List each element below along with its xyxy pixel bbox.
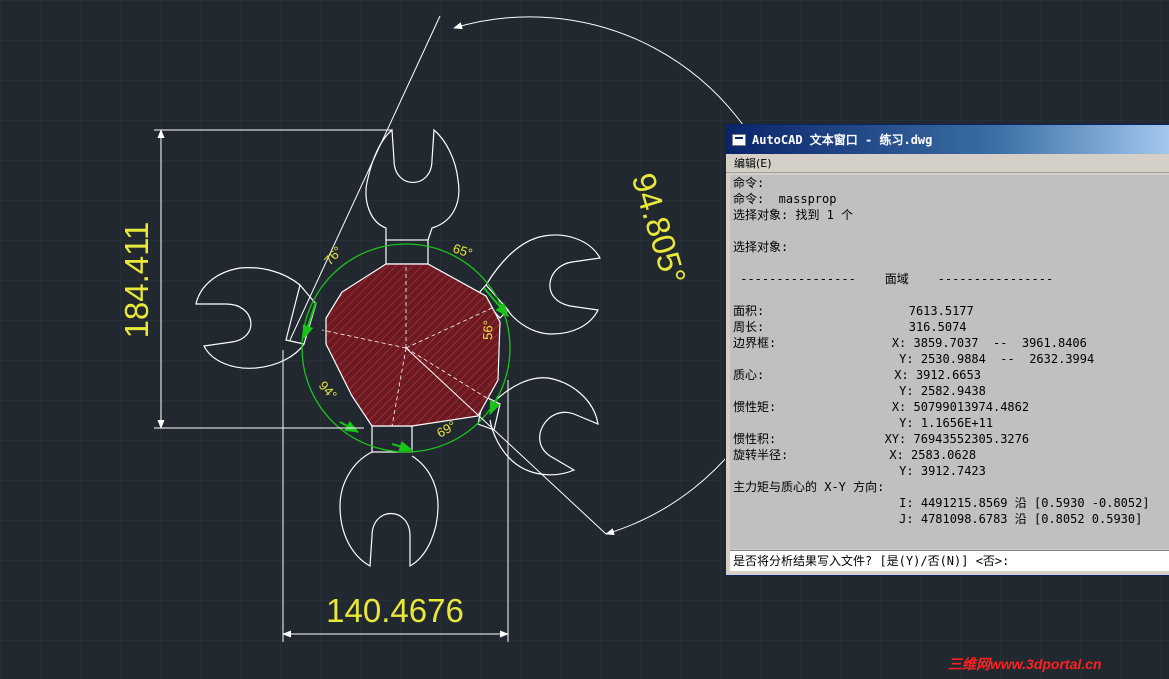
history-line: J: 4781098.6783 沿 [0.8052 0.5930] — [733, 512, 1143, 526]
text-window-titlebar[interactable]: AutoCAD 文本窗口 - 练习.dwg — [726, 125, 1169, 154]
watermark: 三维网www.3dportal.cn — [948, 656, 1102, 672]
text-window-title: AutoCAD 文本窗口 - 练习.dwg — [752, 133, 933, 147]
history-line — [733, 287, 1169, 303]
history-line: 面积: 7613.5177 — [733, 304, 974, 318]
history-line: 惯性矩: X: 50799013974.4862 — [733, 400, 1030, 414]
command-input[interactable]: 是否将分析结果写入文件? [是(Y)/否(N)] <否>: — [730, 550, 1169, 571]
history-line — [733, 223, 1169, 239]
text-window[interactable]: AutoCAD 文本窗口 - 练习.dwg 编辑(E) 命令: 命令: massp… — [725, 124, 1169, 576]
history-line: ---------------- 面域 ---------------- — [733, 272, 1054, 286]
history-line: 周长: 316.5074 — [733, 320, 967, 334]
menu-edit[interactable]: 编辑(E) — [734, 155, 772, 171]
history-line: 选择对象: — [733, 240, 789, 254]
history-line: Y: 2530.9884 -- 2632.3994 — [733, 352, 1095, 366]
dim-height-label: 184.411 — [118, 222, 155, 339]
history-line: 旋转半径: X: 2583.0628 — [733, 448, 977, 462]
history-line: Y: 1.1656E+11 — [733, 416, 994, 430]
dim-width-label: 140.4676 — [326, 592, 464, 629]
history-line: 边界框: X: 3859.7037 -- 3961.8406 — [733, 336, 1087, 350]
history-line — [733, 255, 1169, 271]
window-icon — [732, 133, 746, 146]
history-line: 主力矩与质心的 X-Y 方向: — [733, 480, 885, 494]
angle-label-56: 56° — [480, 320, 496, 340]
history-line: I: 4491215.8569 沿 [0.5930 -0.8052] — [733, 496, 1150, 510]
history-line: 命令: massprop — [733, 192, 837, 206]
history-line: 质心: X: 3912.6653 — [733, 368, 981, 382]
history-line: 选择对象: 找到 1 个 — [733, 208, 854, 222]
history-line: Y: 3912.7423 — [733, 464, 986, 478]
menu-bar: 编辑(E) — [726, 154, 1169, 173]
history-line: Y: 2582.9438 — [733, 384, 986, 398]
command-history: 命令: 命令: massprop 选择对象: 找到 1 个选择对象: -------… — [730, 175, 1169, 549]
history-line: 惯性积: XY: 76943552305.3276 — [733, 432, 1030, 446]
history-line: 命令: — [733, 176, 765, 190]
